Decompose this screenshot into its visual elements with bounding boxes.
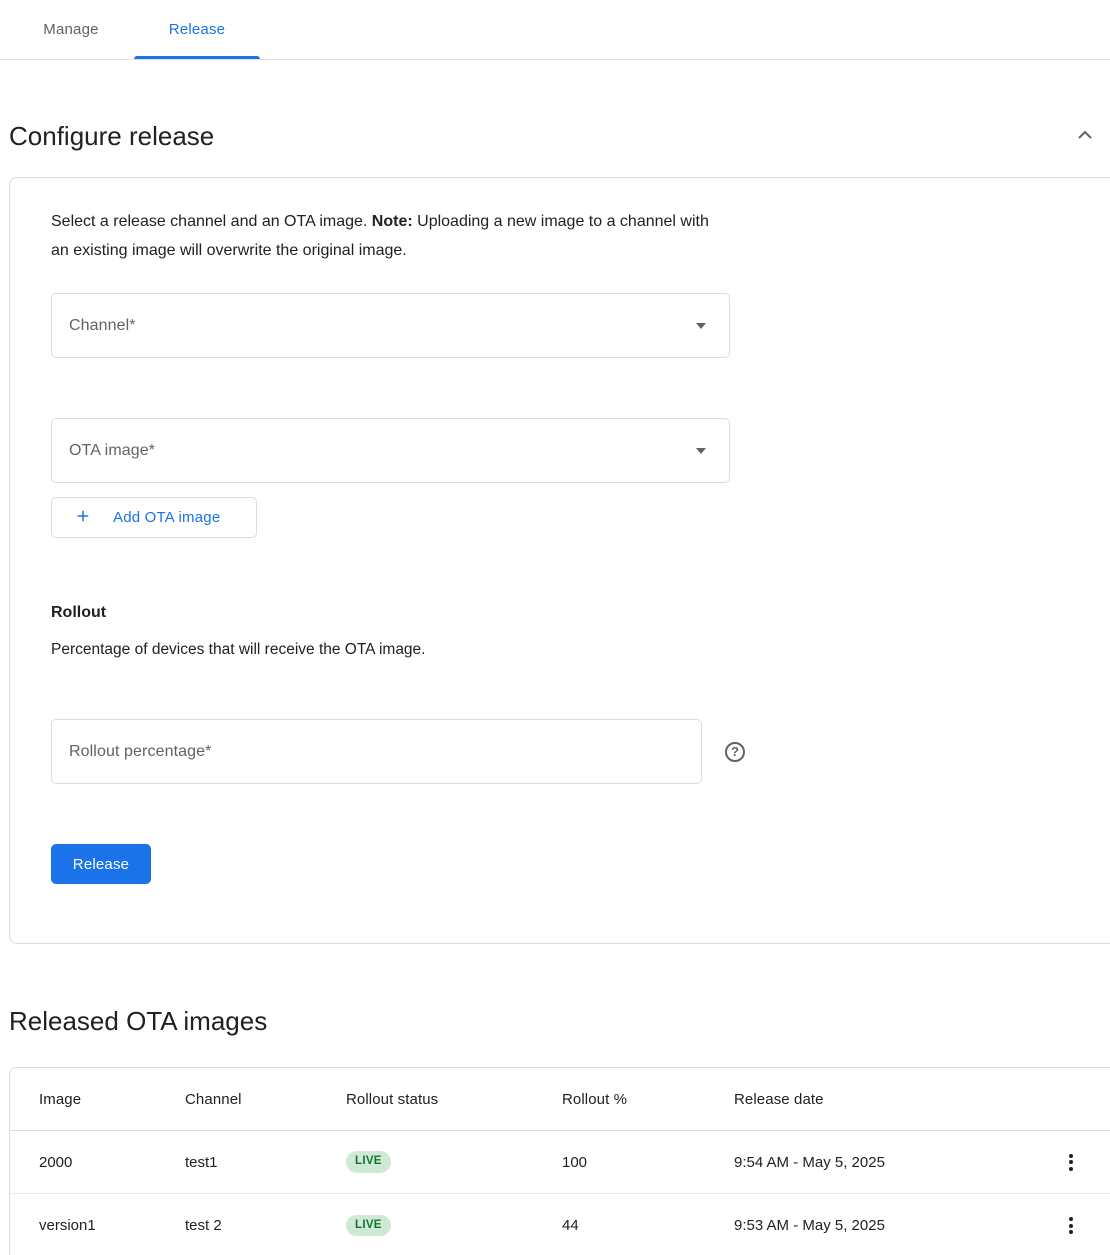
released-ota-table: Image Channel Rollout status Rollout % R… bbox=[9, 1067, 1110, 1255]
tab-bar: Manage Release bbox=[0, 0, 1110, 60]
channel-select[interactable]: Channel* bbox=[51, 293, 730, 358]
configure-release-card: Select a release channel and an OTA imag… bbox=[9, 177, 1110, 944]
rollout-percentage-input[interactable]: Rollout percentage* bbox=[51, 719, 702, 784]
cell-release-date: 9:53 AM - May 5, 2025 bbox=[734, 1217, 1041, 1234]
column-header-rollout-status: Rollout status bbox=[346, 1091, 562, 1108]
intro-note-label: Note: bbox=[372, 213, 413, 230]
cell-rollout-status: LIVE bbox=[346, 1151, 562, 1173]
column-header-image: Image bbox=[39, 1091, 185, 1108]
chevron-up-icon bbox=[1073, 123, 1097, 150]
cell-rollout-percent: 100 bbox=[562, 1154, 734, 1171]
release-button[interactable]: Release bbox=[51, 844, 151, 884]
dropdown-arrow-icon bbox=[696, 448, 706, 454]
collapse-section-button[interactable] bbox=[1073, 124, 1097, 148]
tab-release[interactable]: Release bbox=[134, 0, 260, 59]
table-row: 2000 test1 LIVE 100 9:54 AM - May 5, 202… bbox=[10, 1131, 1110, 1194]
rollout-description: Percentage of devices that will receive … bbox=[51, 640, 1077, 660]
status-badge-live: LIVE bbox=[346, 1215, 391, 1237]
plus-icon bbox=[74, 507, 92, 528]
tab-manage-label: Manage bbox=[43, 21, 98, 38]
rollout-percentage-label: Rollout percentage* bbox=[52, 743, 211, 761]
column-header-rollout-percent: Rollout % bbox=[562, 1091, 734, 1108]
dropdown-arrow-icon bbox=[696, 323, 706, 329]
row-actions-menu-icon[interactable] bbox=[1063, 1148, 1079, 1177]
cell-image: version1 bbox=[39, 1217, 185, 1234]
help-icon[interactable]: ? bbox=[725, 742, 745, 762]
column-header-channel: Channel bbox=[185, 1091, 346, 1108]
add-ota-image-button[interactable]: Add OTA image bbox=[51, 497, 257, 538]
configure-release-header: Configure release bbox=[9, 120, 1097, 152]
cell-release-date: 9:54 AM - May 5, 2025 bbox=[734, 1154, 1041, 1171]
rollout-heading: Rollout bbox=[51, 602, 1077, 623]
released-ota-header: Released OTA images bbox=[9, 1005, 1097, 1037]
tab-release-label: Release bbox=[169, 21, 225, 38]
cell-rollout-status: LIVE bbox=[346, 1215, 562, 1237]
status-badge-live: LIVE bbox=[346, 1151, 391, 1173]
row-actions-menu-icon[interactable] bbox=[1063, 1211, 1079, 1240]
page-title-released-ota-images: Released OTA images bbox=[9, 1005, 267, 1037]
configure-intro-text: Select a release channel and an OTA imag… bbox=[51, 207, 731, 265]
tab-manage[interactable]: Manage bbox=[8, 0, 134, 59]
table-header-row: Image Channel Rollout status Rollout % R… bbox=[10, 1068, 1110, 1131]
page-title-configure-release: Configure release bbox=[9, 120, 214, 152]
cell-rollout-percent: 44 bbox=[562, 1217, 734, 1234]
ota-image-select[interactable]: OTA image* bbox=[51, 418, 730, 483]
table-row: version1 test 2 LIVE 44 9:53 AM - May 5,… bbox=[10, 1194, 1110, 1255]
column-header-release-date: Release date bbox=[734, 1091, 1041, 1108]
channel-select-label: Channel* bbox=[52, 317, 136, 335]
intro-prefix: Select a release channel and an OTA imag… bbox=[51, 213, 372, 230]
help-glyph: ? bbox=[731, 744, 739, 759]
cell-channel: test 2 bbox=[185, 1217, 346, 1234]
add-ota-image-label: Add OTA image bbox=[113, 509, 220, 526]
cell-channel: test1 bbox=[185, 1154, 346, 1171]
rollout-percentage-row: Rollout percentage* ? bbox=[51, 719, 1077, 784]
cell-image: 2000 bbox=[39, 1154, 185, 1171]
ota-image-select-label: OTA image* bbox=[52, 442, 155, 460]
